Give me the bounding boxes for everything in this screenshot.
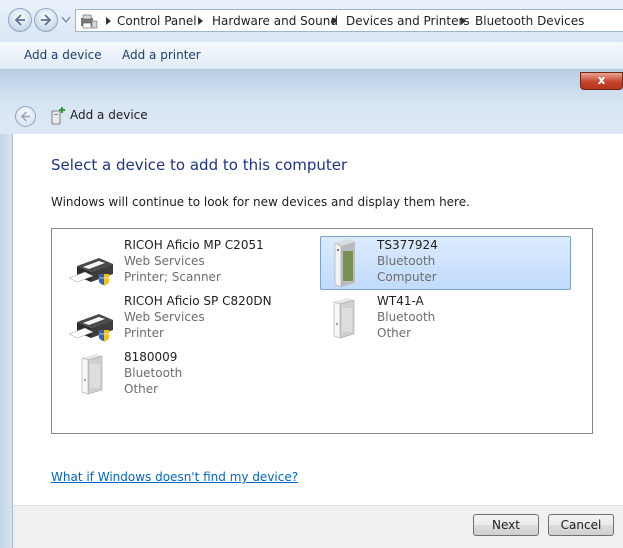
device-type: Other xyxy=(124,382,159,396)
add-a-device-command[interactable]: Add a device xyxy=(24,48,102,62)
dialog-back-button[interactable] xyxy=(15,106,36,127)
generic-device-icon xyxy=(333,298,355,339)
arrow-left-icon xyxy=(20,111,31,122)
computer-tower-icon xyxy=(334,239,355,287)
device-item-8180009[interactable]: 8180009 Bluetooth Other xyxy=(66,348,316,402)
device-item-ts377924[interactable]: TS377924 Bluetooth Computer xyxy=(320,236,571,290)
arrow-left-icon xyxy=(14,14,25,26)
breadcrumb-arrow-icon[interactable] xyxy=(105,17,112,25)
device-connection: Bluetooth xyxy=(377,254,436,268)
device-item-ricoh-sp-c820dn[interactable]: RICOH Aficio SP C820DN Web Services Prin… xyxy=(66,292,316,346)
dialog-title: Add a device xyxy=(70,108,148,122)
address-bar: Control Panel Hardware and Sound Devices… xyxy=(0,0,623,42)
breadcrumb-arrow-icon[interactable] xyxy=(331,17,338,25)
next-button[interactable]: Next xyxy=(473,514,539,536)
device-item-ricoh-mp-c2051[interactable]: RICOH Aficio MP C2051 Web Services Print… xyxy=(66,236,316,290)
help-link[interactable]: What if Windows doesn't find my device? xyxy=(51,470,298,484)
back-button[interactable] xyxy=(8,8,32,32)
arrow-right-icon xyxy=(41,14,52,26)
generic-device-icon xyxy=(81,354,103,395)
breadcrumb-arrow-icon[interactable] xyxy=(197,17,204,25)
cancel-button[interactable]: Cancel xyxy=(548,514,614,536)
printer-icon xyxy=(69,258,113,286)
device-name: WT41-A xyxy=(377,294,424,308)
device-type: Printer xyxy=(124,326,164,340)
device-name: RICOH Aficio MP C2051 xyxy=(124,238,264,252)
device-type: Computer xyxy=(377,270,437,284)
breadcrumb-arrow-icon[interactable] xyxy=(460,17,467,25)
device-connection: Web Services xyxy=(124,254,205,268)
breadcrumb-bluetooth-devices[interactable]: Bluetooth Devices xyxy=(475,14,584,28)
address-input[interactable]: Control Panel Hardware and Sound Devices… xyxy=(75,9,623,32)
dialog-title-bar xyxy=(0,70,623,98)
add-device-icon xyxy=(51,107,65,125)
breadcrumb-devices-and-printers[interactable]: Devices and Printers xyxy=(346,14,470,28)
forward-button[interactable] xyxy=(34,8,58,32)
close-button[interactable]: x xyxy=(580,72,623,90)
breadcrumb-control-panel[interactable]: Control Panel xyxy=(117,14,197,28)
device-list[interactable]: RICOH Aficio MP C2051 Web Services Print… xyxy=(51,228,593,434)
device-type: Printer; Scanner xyxy=(124,270,221,284)
device-connection: Bluetooth xyxy=(377,310,436,324)
printer-icon xyxy=(69,314,113,342)
devices-printers-icon xyxy=(81,14,98,29)
breadcrumb-hardware-and-sound[interactable]: Hardware and Sound xyxy=(212,14,338,28)
device-name: 8180009 xyxy=(124,350,178,364)
device-name: TS377924 xyxy=(377,238,438,252)
device-item-wt41-a[interactable]: WT41-A Bluetooth Other xyxy=(320,292,571,346)
command-bar: Add a device Add a printer xyxy=(0,42,623,70)
instruction-text: Windows will continue to look for new de… xyxy=(51,195,470,209)
device-name: RICOH Aficio SP C820DN xyxy=(124,294,272,308)
page-title: Select a device to add to this computer xyxy=(51,156,348,174)
add-a-printer-command[interactable]: Add a printer xyxy=(122,48,201,62)
device-type: Other xyxy=(377,326,412,340)
recent-pages-dropdown-icon[interactable] xyxy=(61,14,71,24)
dialog-left-edge xyxy=(0,134,12,548)
device-connection: Bluetooth xyxy=(124,366,183,380)
device-connection: Web Services xyxy=(124,310,205,324)
